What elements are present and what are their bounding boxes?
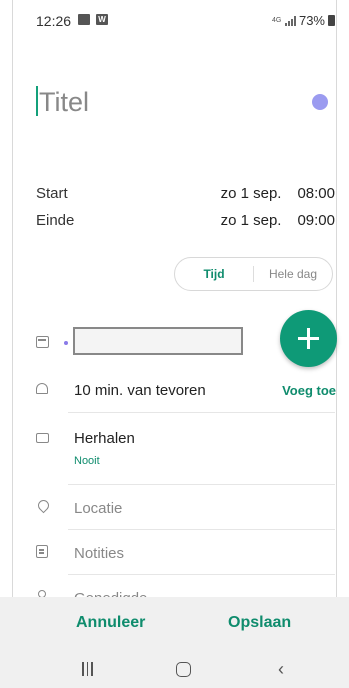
event-color-picker[interactable] xyxy=(312,94,328,110)
notes-row[interactable]: Notities xyxy=(36,543,336,565)
title-input[interactable]: Titel xyxy=(39,82,89,122)
battery-icon xyxy=(328,15,335,26)
notes-input[interactable]: Notities xyxy=(74,545,124,562)
divider xyxy=(68,574,335,575)
reminder-row[interactable]: 10 min. van tevoren Voeg toe xyxy=(36,380,336,402)
title-row: Titel xyxy=(36,82,336,122)
status-bar: 12:26 W 4G 73% xyxy=(0,0,349,40)
start-date[interactable]: zo 1 sep. xyxy=(221,185,282,202)
toggle-all-day[interactable]: Hele dag xyxy=(254,267,332,281)
calendar-row[interactable] xyxy=(36,326,246,356)
battery-percent: 73% xyxy=(298,13,325,28)
home-icon[interactable] xyxy=(176,662,191,677)
back-icon[interactable]: ‹ xyxy=(278,660,284,678)
system-nav-bar: ‹ xyxy=(0,650,349,688)
bell-icon xyxy=(36,383,48,394)
repeat-icon xyxy=(36,433,49,443)
add-reminder-button[interactable]: Voeg toe xyxy=(282,383,336,398)
signal-icon xyxy=(284,15,296,26)
gallery-notification-icon xyxy=(78,14,90,25)
save-button[interactable]: Opslaan xyxy=(228,614,291,632)
end-date[interactable]: zo 1 sep. xyxy=(221,212,282,229)
location-pin-icon xyxy=(35,497,52,514)
status-right: 4G 73% xyxy=(272,13,335,28)
location-row[interactable]: Locatie xyxy=(35,497,336,520)
status-time: 12:26 xyxy=(36,13,72,29)
time-allday-toggle: Tijd Hele dag xyxy=(174,257,333,291)
repeat-value[interactable]: Nooit xyxy=(74,455,100,467)
recent-apps-icon[interactable] xyxy=(82,662,93,676)
repeat-row[interactable]: Herhalen Nooit xyxy=(36,430,336,470)
frame-left-border xyxy=(12,0,13,688)
calendar-color-dot xyxy=(64,341,68,345)
start-time[interactable]: 08:00 xyxy=(297,185,335,202)
end-datetime[interactable]: zo 1 sep. 09:00 xyxy=(221,212,335,229)
word-notification-icon: W xyxy=(96,14,108,25)
notes-icon xyxy=(36,545,48,558)
calendar-icon xyxy=(36,336,49,348)
text-cursor xyxy=(36,86,38,116)
end-label: Einde xyxy=(36,212,75,229)
calendar-selector[interactable] xyxy=(73,327,243,355)
add-plus-button[interactable] xyxy=(280,310,337,367)
location-input[interactable]: Locatie xyxy=(74,500,122,517)
divider xyxy=(68,412,335,413)
start-datetime[interactable]: zo 1 sep. 08:00 xyxy=(221,185,335,202)
divider xyxy=(68,484,335,485)
toggle-time[interactable]: Tijd xyxy=(175,267,253,281)
action-bar: Annuleer Opslaan xyxy=(0,597,349,650)
start-label: Start xyxy=(36,185,68,202)
repeat-label: Herhalen xyxy=(74,430,135,447)
end-time[interactable]: 09:00 xyxy=(297,212,335,229)
cancel-button[interactable]: Annuleer xyxy=(76,614,145,632)
divider xyxy=(68,529,335,530)
network-type: 4G xyxy=(271,17,282,24)
reminder-text[interactable]: 10 min. van tevoren xyxy=(74,382,206,399)
